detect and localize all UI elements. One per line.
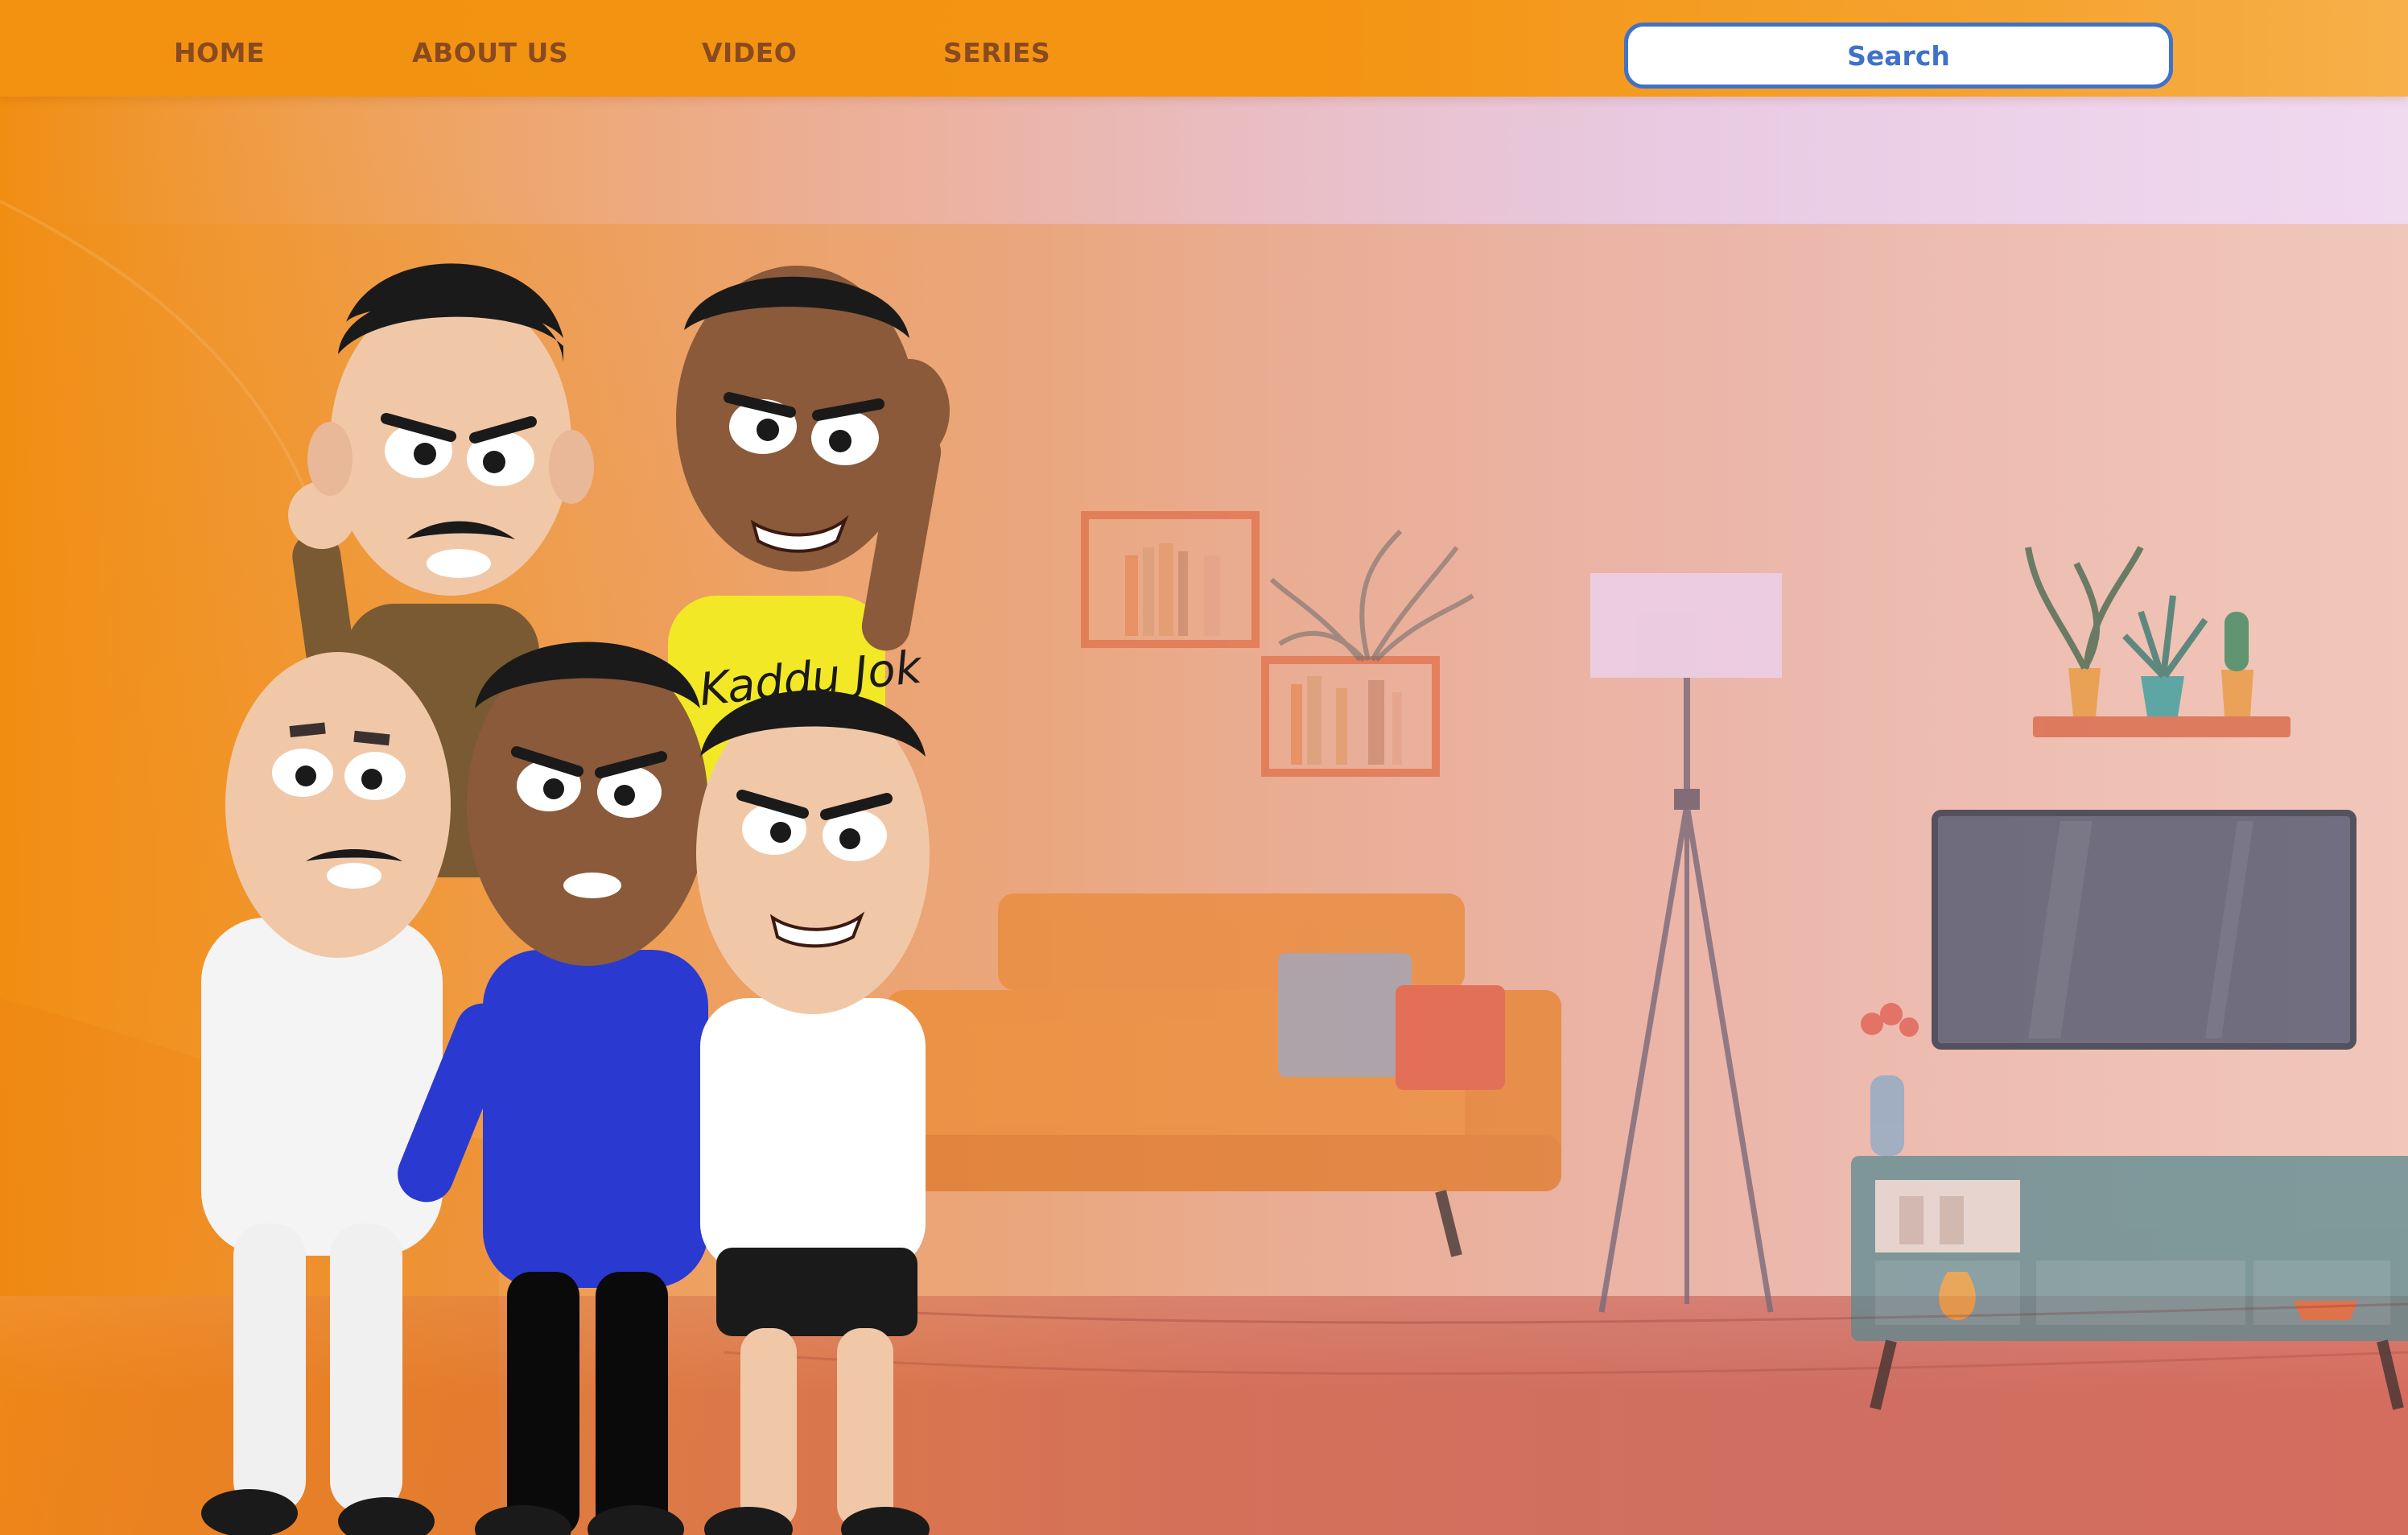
top-navigation-bar: HOME ABOUT US VIDEO SERIES: [0, 0, 2408, 97]
hero-banner: Kaddu Jok: [0, 97, 2408, 1535]
floor-lamp: [1590, 573, 1782, 1313]
tv-cabinet: [1851, 1156, 2408, 1410]
television: [1932, 810, 2356, 1050]
bookshelf-frame-upper: [1081, 511, 1260, 648]
bookshelf-frame-lower: [1261, 656, 1440, 777]
vase-with-flowers: [1861, 1003, 1919, 1156]
nav-about-us-link[interactable]: ABOUT US: [412, 31, 568, 76]
search-input[interactable]: [1624, 23, 2173, 89]
hanging-plant: [1269, 529, 1474, 662]
nav-video-link[interactable]: VIDEO: [702, 31, 797, 76]
character-white-tshirt: [696, 690, 930, 1535]
nav-home-link[interactable]: HOME: [174, 31, 265, 76]
nav-series-link[interactable]: SERIES: [943, 31, 1050, 76]
wall-shelf-with-plants: [2025, 546, 2290, 737]
cartoon-characters-group: Kaddu Jok: [201, 263, 950, 1535]
character-bald-white: [201, 652, 451, 1535]
